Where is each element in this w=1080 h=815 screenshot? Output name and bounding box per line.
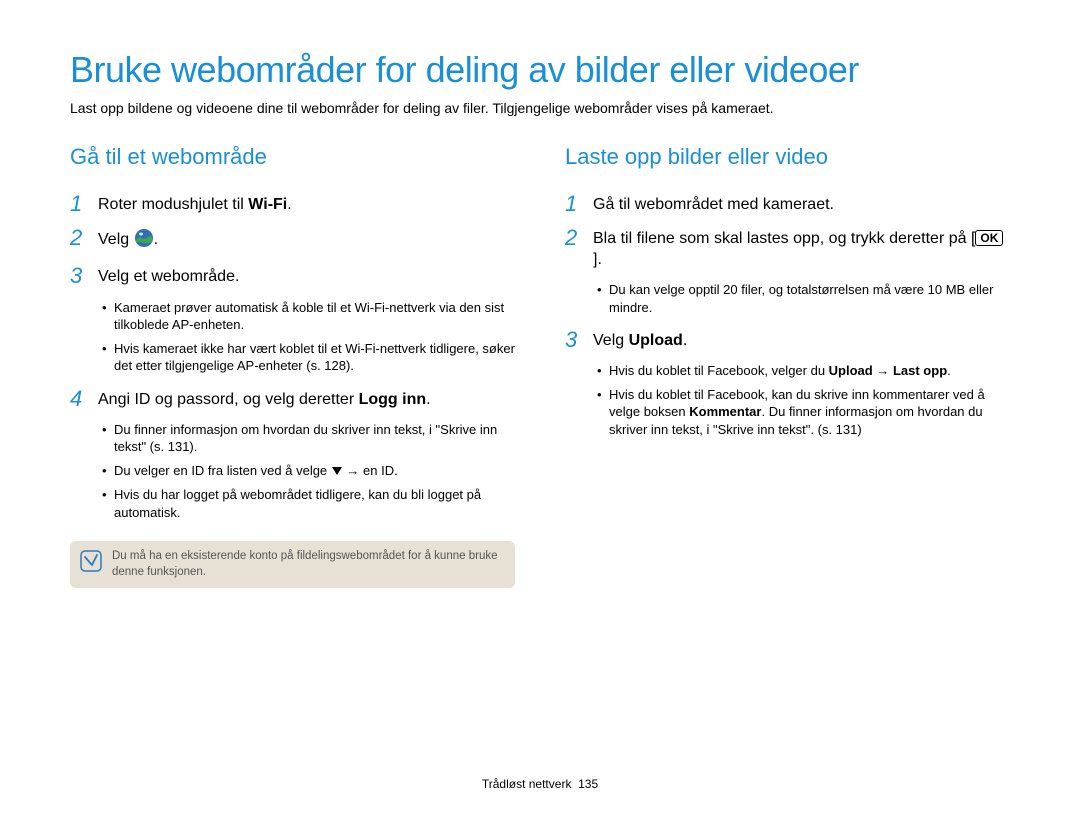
left-step-2: 2 Velg . — [70, 226, 515, 255]
right-column: Laste opp bilder eller video 1 Gå til we… — [565, 144, 1010, 589]
globe-icon — [134, 228, 154, 255]
bullet-item: Hvis kameraet ikke har vært koblet til e… — [104, 340, 515, 375]
right-step-3: 3 Velg Upload. — [565, 328, 1010, 352]
step-text: Velg — [593, 332, 629, 349]
ok-button-label: OK — [975, 230, 1003, 246]
note-icon — [80, 550, 102, 577]
intro-text: Last opp bildene og videoene dine til we… — [70, 100, 1010, 116]
left-step-4: 4 Angi ID og passord, og velg deretter L… — [70, 387, 515, 411]
footer-section: Trådløst nettverk — [482, 777, 572, 791]
last-opp-bold: Last opp — [893, 363, 947, 378]
step-text: Roter modushjulet til — [98, 196, 248, 213]
left-step-3: 3 Velg et webområde. — [70, 264, 515, 288]
step-number: 2 — [70, 226, 98, 250]
wifi-label: Wi-Fi — [248, 196, 287, 213]
step-number: 3 — [565, 328, 593, 352]
note-box: Du må ha en eksisterende konto på fildel… — [70, 541, 515, 588]
step2-bullets: Du kan velge opptil 20 filer, og totalst… — [565, 281, 1010, 316]
bullet-item: Du finner informasjon om hvordan du skri… — [104, 421, 515, 456]
step-text: Gå til webområdet med kameraet. — [593, 192, 834, 216]
bullet-text: → en ID. — [343, 463, 398, 478]
down-triangle-icon — [331, 463, 343, 481]
upload-bold: Upload — [829, 363, 873, 378]
bullet-text: . — [947, 363, 951, 378]
step-text: Velg — [98, 231, 134, 248]
step-number: 1 — [70, 192, 98, 216]
left-step-1: 1 Roter modushjulet til Wi-Fi. — [70, 192, 515, 216]
step-number: 1 — [565, 192, 593, 216]
step3-bullets: Kameraet prøver automatisk å koble til e… — [70, 299, 515, 375]
bullet-text: Du velger en ID fra listen ved å velge — [114, 463, 331, 478]
upload-label: Upload — [629, 332, 683, 349]
bullet-item: Kameraet prøver automatisk å koble til e… — [104, 299, 515, 334]
bullet-text: Hvis du koblet til Facebook, velger du — [609, 363, 829, 378]
step3-bullets-right: Hvis du koblet til Facebook, velger du U… — [565, 362, 1010, 438]
page-title: Bruke webområder for deling av bilder el… — [70, 50, 1010, 90]
step-text: . — [426, 391, 430, 408]
step-text: Velg et webområde. — [98, 264, 239, 288]
step4-bullets: Du finner informasjon om hvordan du skri… — [70, 421, 515, 522]
bullet-item: Hvis du koblet til Facebook, kan du skri… — [599, 386, 1010, 439]
bullet-item: Hvis du har logget på webområdet tidlige… — [104, 486, 515, 521]
step-text: . — [154, 231, 158, 248]
bullet-text: → — [873, 363, 893, 378]
step-number: 3 — [70, 264, 98, 288]
kommentar-bold: Kommentar — [689, 404, 761, 419]
left-heading: Gå til et webområde — [70, 144, 515, 170]
bullet-item: Hvis du koblet til Facebook, velger du U… — [599, 362, 1010, 380]
step-text: Bla til filene som skal lastes opp, og t… — [593, 230, 975, 247]
right-heading: Laste opp bilder eller video — [565, 144, 1010, 170]
page-footer: Trådløst nettverk 135 — [0, 777, 1080, 791]
step-number: 4 — [70, 387, 98, 411]
login-label: Logg inn — [359, 391, 427, 408]
step-text: . — [287, 196, 291, 213]
footer-page-number: 135 — [578, 777, 598, 791]
note-text: Du må ha en eksisterende konto på fildel… — [112, 549, 503, 580]
step-number: 2 — [565, 226, 593, 250]
left-column: Gå til et webområde 1 Roter modushjulet … — [70, 144, 515, 589]
right-step-1: 1 Gå til webområdet med kameraet. — [565, 192, 1010, 216]
bullet-item: Du kan velge opptil 20 filer, og totalst… — [599, 281, 1010, 316]
step-text: . — [683, 332, 687, 349]
step-text: ]. — [593, 251, 602, 268]
step-text: Angi ID og passord, og velg deretter — [98, 391, 359, 408]
bullet-item: Du velger en ID fra listen ved å velge →… — [104, 462, 515, 480]
right-step-2: 2 Bla til filene som skal lastes opp, og… — [565, 226, 1010, 271]
